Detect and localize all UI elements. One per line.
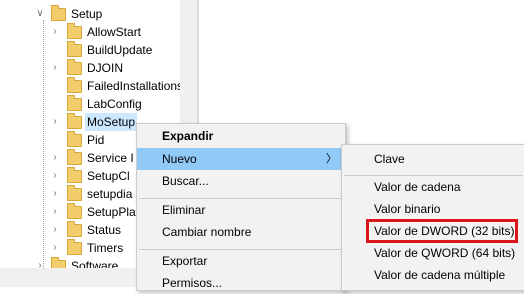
new-submenu: Clave Valor de cadena Valor binario Valo… xyxy=(341,144,524,291)
tree-item-djoin[interactable]: › DJOIN xyxy=(0,59,180,77)
submenu-item-valor-qword[interactable]: Valor de QWORD (64 bits) xyxy=(342,242,524,264)
menu-item-cambiar-nombre[interactable]: Cambiar nombre xyxy=(137,221,345,243)
chevron-right-icon[interactable]: › xyxy=(50,167,60,185)
menu-item-eliminar[interactable]: Eliminar xyxy=(137,199,345,221)
folder-icon xyxy=(67,95,82,111)
folder-icon xyxy=(67,203,82,219)
tree-item-labconfig[interactable]: LabConfig xyxy=(0,95,180,113)
chevron-right-icon[interactable]: › xyxy=(50,203,60,221)
tree-item-setup[interactable]: ∨ Setup xyxy=(0,5,180,23)
folder-icon xyxy=(67,77,82,93)
folder-icon xyxy=(67,23,82,39)
submenu-item-valor-cadena-multiple[interactable]: Valor de cadena múltiple xyxy=(342,264,524,286)
tree-item-label: MoSetup xyxy=(85,113,138,131)
menu-item-label: Nuevo xyxy=(162,152,197,166)
tree-item-label: Status xyxy=(87,223,122,237)
chevron-right-icon[interactable]: › xyxy=(50,59,60,77)
folder-icon xyxy=(67,149,82,165)
folder-icon xyxy=(67,131,82,147)
tree-item-failedinstallations[interactable]: FailedInstallations xyxy=(0,77,180,95)
tree-item-allowstart[interactable]: › AllowStart xyxy=(0,23,180,41)
menu-item-exportar[interactable]: Exportar xyxy=(137,250,345,272)
menu-item-expandir[interactable]: Expandir xyxy=(137,125,345,147)
tree-item-label: Setup xyxy=(71,7,103,21)
tree-item-label: SetupPla xyxy=(87,205,136,219)
tree-item-label: setupdia xyxy=(87,187,133,201)
submenu-item-valor-binario[interactable]: Valor binario xyxy=(342,198,524,220)
folder-icon xyxy=(67,239,82,255)
chevron-right-icon[interactable]: › xyxy=(50,149,60,167)
folder-icon xyxy=(67,167,82,183)
folder-icon xyxy=(67,185,82,201)
tree-item-label: AllowStart xyxy=(87,25,142,39)
folder-icon xyxy=(51,5,66,21)
submenu-item-clave[interactable]: Clave xyxy=(342,148,524,170)
tree-item-label: LabConfig xyxy=(87,97,142,111)
menu-item-permisos[interactable]: Permisos... xyxy=(137,272,345,294)
chevron-right-icon[interactable]: › xyxy=(50,221,60,239)
submenu-item-valor-cadena[interactable]: Valor de cadena xyxy=(342,176,524,198)
tree-item-label: SetupCl xyxy=(87,169,130,183)
tree-item-label: Pid xyxy=(87,133,105,147)
tree-item-label: Service I xyxy=(87,151,134,165)
context-menu: Expandir Nuevo 〉 Buscar... Eliminar Camb… xyxy=(136,123,346,291)
annotation-highlight-box xyxy=(366,219,518,243)
tree-item-label: DJOIN xyxy=(87,61,123,75)
chevron-right-icon[interactable]: › xyxy=(50,113,60,131)
tree-item-buildupdate[interactable]: BuildUpdate xyxy=(0,41,180,59)
chevron-right-icon[interactable]: › xyxy=(50,23,60,41)
tree-item-label: FailedInstallations xyxy=(87,79,180,93)
chevron-right-icon[interactable]: › xyxy=(50,185,60,203)
folder-icon xyxy=(67,59,82,75)
folder-icon xyxy=(67,221,82,237)
chevron-right-icon[interactable]: › xyxy=(50,239,60,257)
chevron-down-icon[interactable]: ∨ xyxy=(35,5,45,23)
tree-item-label: BuildUpdate xyxy=(87,43,153,57)
tree-item-label: Timers xyxy=(87,241,124,255)
folder-icon xyxy=(67,41,82,57)
menu-item-nuevo[interactable]: Nuevo 〉 xyxy=(137,148,345,170)
menu-item-buscar[interactable]: Buscar... xyxy=(137,170,345,192)
folder-icon xyxy=(67,113,82,129)
chevron-right-icon: 〉 xyxy=(326,153,337,165)
